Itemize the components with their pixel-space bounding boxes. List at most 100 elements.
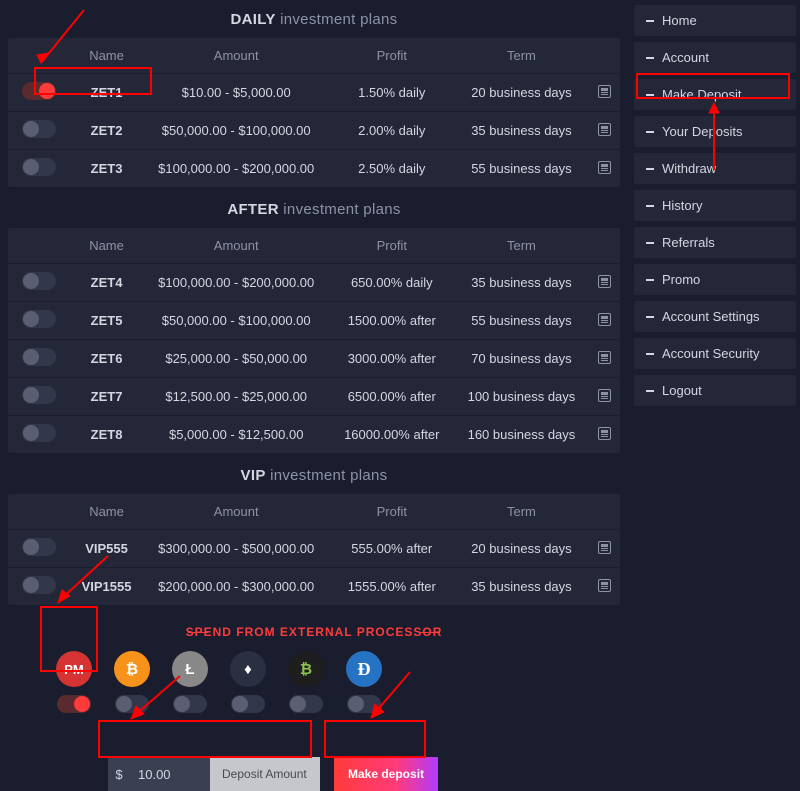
after-plans-title: AFTER investment plans	[8, 195, 620, 228]
sidebar-item-referrals[interactable]: Referrals	[634, 227, 796, 258]
calculator-icon[interactable]	[598, 313, 611, 326]
calculator-icon[interactable]	[598, 161, 611, 174]
col-header-term: Term	[454, 228, 589, 264]
pm-icon[interactable]: PM	[56, 651, 92, 687]
calculator-icon[interactable]	[598, 389, 611, 402]
bch-icon[interactable]: ₿	[288, 651, 324, 687]
sidebar-item-label: Make Deposit	[662, 87, 741, 102]
processor-option-dash: Đ	[346, 651, 382, 713]
plan-term: 35 business days	[454, 568, 589, 606]
plan-row: VIP1555$200,000.00 - $300,000.001555.00%…	[8, 568, 620, 606]
plan-term: 20 business days	[454, 74, 589, 112]
plan-amount: $25,000.00 - $50,000.00	[143, 340, 330, 378]
sidebar-item-home[interactable]: Home	[634, 5, 796, 36]
plan-profit: 1500.00% after	[330, 302, 454, 340]
plan-profit: 1555.00% after	[330, 568, 454, 606]
plan-name: ZET7	[70, 378, 143, 416]
plan-amount: $5,000.00 - $12,500.00	[143, 416, 330, 454]
plan-name: ZET1	[70, 74, 143, 112]
plan-term: 100 business days	[454, 378, 589, 416]
plan-row: ZET8$5,000.00 - $12,500.0016000.00% afte…	[8, 416, 620, 454]
plan-toggle-zet4[interactable]	[22, 272, 56, 290]
sidebar-item-label: Home	[662, 13, 697, 28]
plan-toggle-zet6[interactable]	[22, 348, 56, 366]
processor-option-bch: ₿	[288, 651, 324, 713]
col-header-term: Term	[454, 494, 589, 530]
calculator-icon[interactable]	[598, 427, 611, 440]
dash-icon	[646, 205, 654, 207]
processor-toggle-eth[interactable]	[231, 695, 265, 713]
after-plans-table: NameAmountProfitTermZET4$100,000.00 - $2…	[8, 228, 620, 453]
btc-icon[interactable]: ₿	[114, 651, 150, 687]
plan-toggle-zet8[interactable]	[22, 424, 56, 442]
plan-amount: $50,000.00 - $100,000.00	[143, 302, 330, 340]
processor-toggle-ltc[interactable]	[173, 695, 207, 713]
ltc-icon[interactable]: Ł	[172, 651, 208, 687]
plan-term: 160 business days	[454, 416, 589, 454]
plan-toggle-vip555[interactable]	[22, 538, 56, 556]
plan-row: ZET4$100,000.00 - $200,000.00650.00% dai…	[8, 264, 620, 302]
plan-term: 70 business days	[454, 340, 589, 378]
plan-name: ZET8	[70, 416, 143, 454]
calculator-icon[interactable]	[598, 541, 611, 554]
dash-icon[interactable]: Đ	[346, 651, 382, 687]
sidebar-item-label: Account Settings	[662, 309, 760, 324]
sidebar-item-withdraw[interactable]: Withdraw	[634, 153, 796, 184]
plan-toggle-zet5[interactable]	[22, 310, 56, 328]
plan-name: ZET3	[70, 150, 143, 188]
sidebar-item-account-security[interactable]: Account Security	[634, 338, 796, 369]
plan-toggle-zet3[interactable]	[22, 158, 56, 176]
processor-toggle-btc[interactable]	[115, 695, 149, 713]
sidebar-item-label: Referrals	[662, 235, 715, 250]
eth-icon[interactable]: ♦	[230, 651, 266, 687]
plan-toggle-zet1[interactable]	[22, 82, 56, 100]
plan-name: VIP1555	[70, 568, 143, 606]
plan-toggle-vip1555[interactable]	[22, 576, 56, 594]
col-header-amount: Amount	[143, 38, 330, 74]
processor-toggle-dash[interactable]	[347, 695, 381, 713]
calculator-icon[interactable]	[598, 351, 611, 364]
sidebar-item-promo[interactable]: Promo	[634, 264, 796, 295]
col-header-name: Name	[70, 228, 143, 264]
sidebar-item-label: Promo	[662, 272, 700, 287]
sidebar-item-account[interactable]: Account	[634, 42, 796, 73]
col-header-amount: Amount	[143, 228, 330, 264]
sidebar-item-make-deposit[interactable]: Make Deposit	[634, 79, 796, 110]
plan-row: VIP555$300,000.00 - $500,000.00555.00% a…	[8, 530, 620, 568]
plan-amount: $12,500.00 - $25,000.00	[143, 378, 330, 416]
sidebar-item-account-settings[interactable]: Account Settings	[634, 301, 796, 332]
calculator-icon[interactable]	[598, 275, 611, 288]
calculator-icon[interactable]	[598, 85, 611, 98]
calculator-icon[interactable]	[598, 123, 611, 136]
dash-icon	[646, 131, 654, 133]
col-header-profit: Profit	[330, 38, 454, 74]
plan-toggle-zet7[interactable]	[22, 386, 56, 404]
deposit-amount-input[interactable]	[130, 757, 210, 791]
sidebar-item-logout[interactable]: Logout	[634, 375, 796, 406]
deposit-row: $Deposit AmountMake deposit	[108, 757, 620, 791]
plan-row: ZET2$50,000.00 - $100,000.002.00% daily3…	[8, 112, 620, 150]
plan-name: VIP555	[70, 530, 143, 568]
plan-profit: 2.50% daily	[330, 150, 454, 188]
sidebar-item-your-deposits[interactable]: Your Deposits	[634, 116, 796, 147]
deposit-amount-label: Deposit Amount	[210, 757, 320, 791]
plan-term: 35 business days	[454, 112, 589, 150]
processor-toggle-pm[interactable]	[57, 695, 91, 713]
plan-term: 20 business days	[454, 530, 589, 568]
sidebar-item-label: Your Deposits	[662, 124, 742, 139]
dash-icon	[646, 57, 654, 59]
plan-amount: $10.00 - $5,000.00	[143, 74, 330, 112]
calculator-icon[interactable]	[598, 579, 611, 592]
plan-row: ZET5$50,000.00 - $100,000.001500.00% aft…	[8, 302, 620, 340]
processor-toggle-bch[interactable]	[289, 695, 323, 713]
plan-row: ZET6$25,000.00 - $50,000.003000.00% afte…	[8, 340, 620, 378]
sidebar-item-label: Account Security	[662, 346, 760, 361]
make-deposit-button[interactable]: Make deposit	[334, 757, 438, 791]
sidebar-item-history[interactable]: History	[634, 190, 796, 221]
plan-toggle-zet2[interactable]	[22, 120, 56, 138]
plan-name: ZET6	[70, 340, 143, 378]
col-header-name: Name	[70, 38, 143, 74]
dash-icon	[646, 279, 654, 281]
external-processor-title: SPEND FROM EXTERNAL PROCESSOR	[8, 625, 620, 639]
processor-option-btc: ₿	[114, 651, 150, 713]
